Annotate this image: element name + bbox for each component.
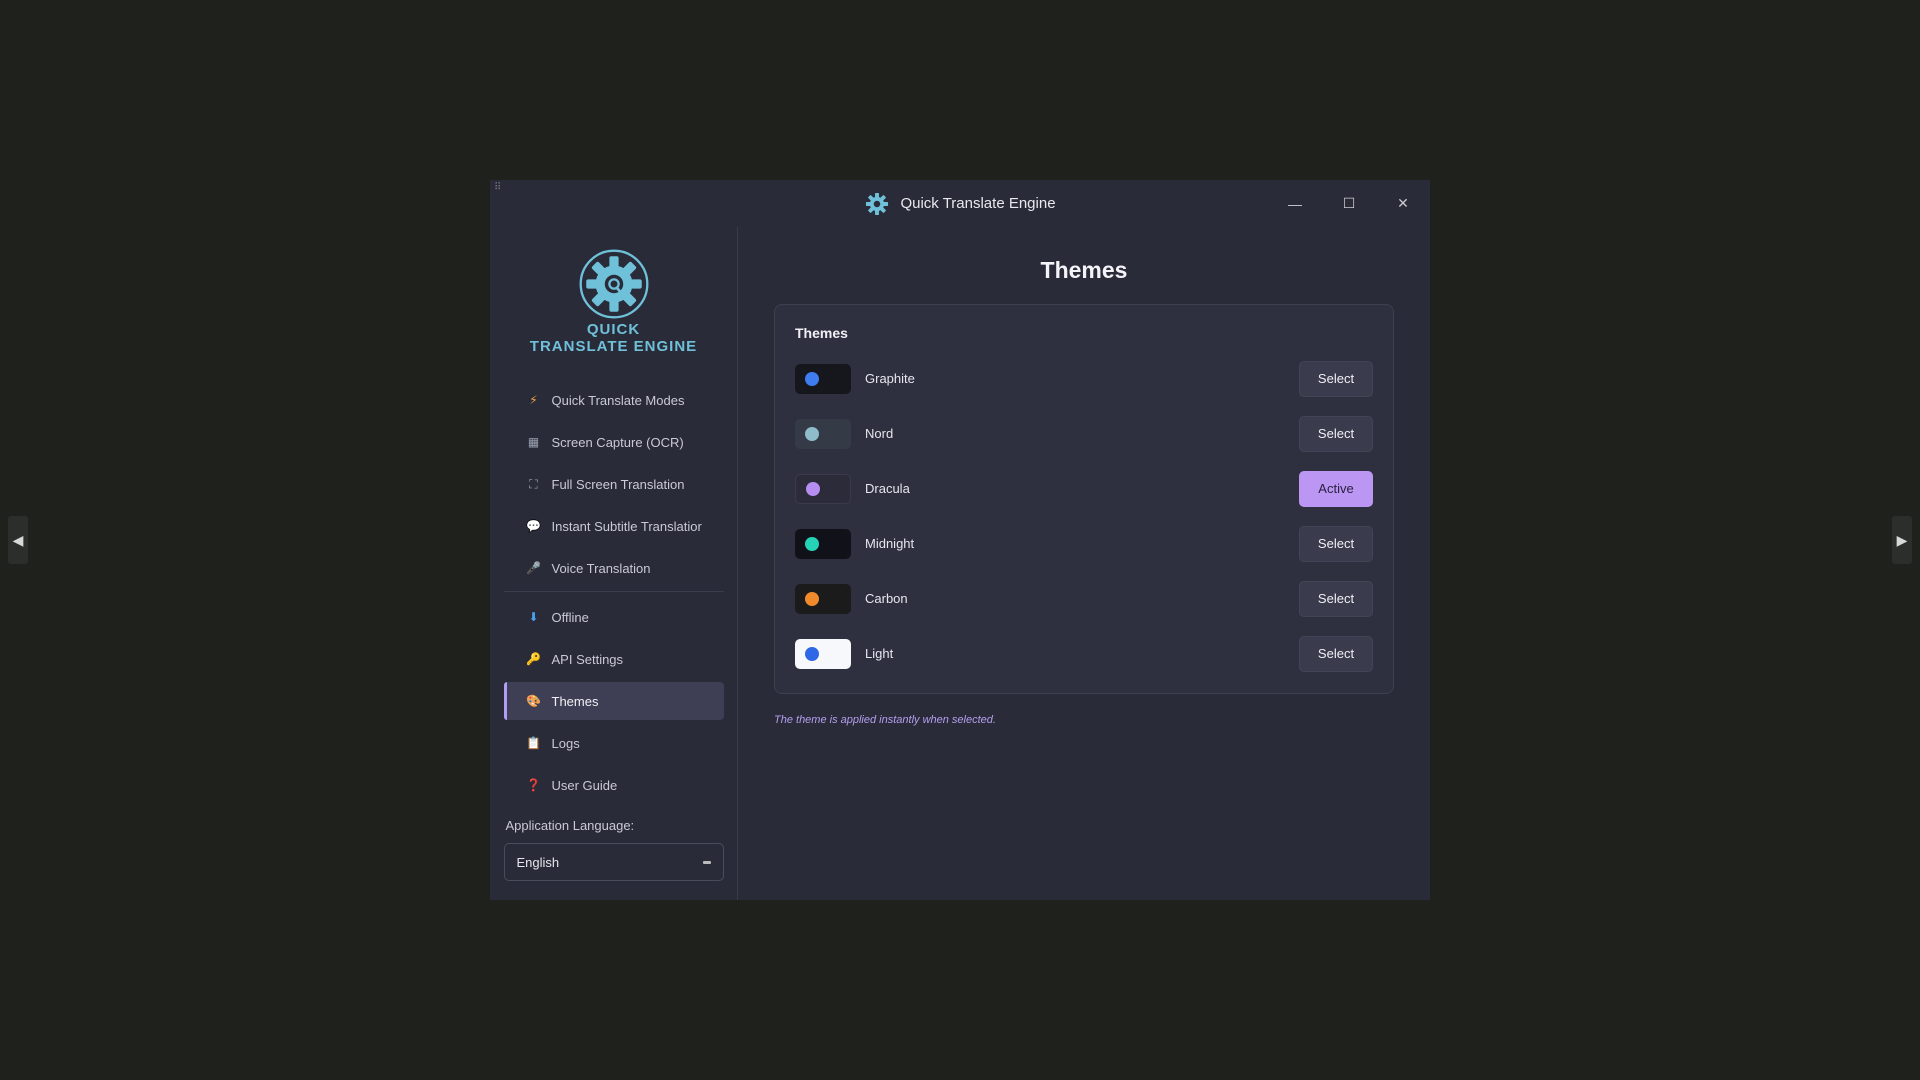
theme-row-carbon: Carbon Select (795, 571, 1373, 626)
color-dot-icon (805, 371, 819, 386)
active-theme-button[interactable]: Active (1299, 470, 1373, 507)
sidebar-item-label: Offline (551, 609, 589, 625)
triangle-left-icon: ◀ (12, 531, 24, 548)
lightning-icon: ⚡ (529, 393, 538, 407)
language-select[interactable]: English (503, 843, 724, 881)
sidebar-item-label: API Settings (551, 651, 624, 667)
theme-name: Carbon (865, 591, 908, 606)
theme-name: Graphite (865, 371, 915, 386)
sidebar-divider (503, 591, 724, 592)
main-content: Themes Themes Graphite Select Nord Selec… (738, 227, 1430, 900)
sidebar-item-voice-translation[interactable]: 🎤 Voice Translation (504, 549, 724, 587)
color-dot-icon (805, 426, 819, 441)
color-dot-icon (805, 646, 819, 661)
select-theme-button[interactable]: Select (1299, 635, 1373, 672)
select-theme-button[interactable]: Select (1299, 360, 1373, 397)
theme-row-dracula: Dracula Active (795, 461, 1373, 516)
clipboard-icon: 📋 (526, 736, 541, 750)
key-icon: 🔑 (526, 652, 541, 666)
sidebar-item-logs[interactable]: 📋 Logs (504, 724, 724, 762)
themes-card: Themes Graphite Select Nord Select Dracu… (774, 304, 1394, 694)
triangle-right-icon: ▶ (1896, 531, 1908, 548)
page-title: Themes (1040, 257, 1128, 283)
theme-name: Nord (865, 426, 894, 441)
logo-text-line1: QUICK (586, 321, 641, 338)
theme-swatch (795, 528, 851, 559)
theme-name: Midnight (865, 536, 915, 551)
language-label: Application Language: (505, 818, 635, 833)
maximize-icon: ☐ (1342, 195, 1356, 211)
theme-row-light: Light Select (795, 626, 1373, 681)
sidebar-item-full-screen-translation[interactable]: ⛶ Full Screen Translation (504, 465, 724, 503)
close-button[interactable]: ✕ (1376, 180, 1430, 227)
gear-logo-icon (866, 192, 889, 215)
sidebar-item-label: Instant Subtitle Translatior (551, 518, 702, 534)
fullscreen-icon: ⛶ (529, 476, 538, 491)
theme-row-graphite: Graphite Select (795, 351, 1373, 406)
theme-swatch (795, 473, 851, 504)
theme-hint-text: The theme is applied instantly when sele… (774, 714, 996, 726)
dropdown-icon (702, 860, 711, 864)
color-dot-icon (806, 481, 820, 496)
app-window: ⠿ Quick Translate Engine — ☐ ✕ QUICK TRA… (490, 180, 1430, 900)
theme-swatch (795, 638, 851, 669)
theme-swatch (795, 363, 851, 394)
sidebar-item-themes[interactable]: 🎨 Themes (503, 682, 724, 720)
sidebar-item-label: Screen Capture (OCR) (551, 434, 684, 450)
sidebar-item-label: Full Screen Translation (551, 476, 685, 492)
sidebar-item-label: Voice Translation (551, 560, 651, 576)
sidebar-item-label: Themes (551, 693, 599, 709)
color-dot-icon (805, 591, 819, 606)
close-icon: ✕ (1397, 195, 1409, 211)
theme-row-midnight: Midnight Select (795, 516, 1373, 571)
theme-swatch (795, 583, 851, 614)
select-theme-button[interactable]: Select (1299, 580, 1373, 617)
title-bar[interactable]: ⠿ Quick Translate Engine — ☐ ✕ (490, 180, 1430, 227)
color-dot-icon (805, 536, 819, 551)
sidebar-nav: ⚡ Quick Translate Modes ▦ Screen Capture… (503, 381, 724, 808)
resize-grip-icon[interactable]: ⠿ (494, 183, 501, 193)
sidebar-item-quick-translate-modes[interactable]: ⚡ Quick Translate Modes (504, 381, 724, 419)
app-logo-gear-icon (579, 249, 648, 319)
theme-swatch (795, 418, 851, 449)
theme-name: Dracula (865, 481, 910, 496)
sidebar-item-instant-subtitle-translation[interactable]: 💬 Instant Subtitle Translatior (504, 507, 724, 545)
next-arrow-button[interactable]: ▶ (1892, 516, 1912, 564)
window-title: Quick Translate Engine (900, 195, 1056, 212)
minimize-icon: — (1288, 195, 1302, 212)
question-icon: ❓ (526, 778, 541, 792)
theme-row-nord: Nord Select (795, 406, 1373, 461)
language-value: English (516, 854, 560, 870)
sidebar-item-label: User Guide (551, 777, 618, 793)
speech-bubble-icon: 💬 (526, 519, 541, 533)
sidebar-item-label: Logs (551, 735, 580, 751)
sidebar-item-screen-capture[interactable]: ▦ Screen Capture (OCR) (504, 423, 724, 461)
sidebar-item-offline[interactable]: ⬇ Offline (504, 598, 724, 636)
sidebar-item-label: Quick Translate Modes (551, 392, 685, 408)
card-title: Themes (795, 325, 848, 341)
sidebar-item-api-settings[interactable]: 🔑 API Settings (504, 640, 724, 678)
microphone-icon: 🎤 (526, 561, 541, 575)
minimize-button[interactable]: — (1268, 180, 1322, 227)
previous-arrow-button[interactable]: ◀ (8, 516, 28, 564)
download-icon: ⬇ (528, 610, 539, 624)
sidebar-item-user-guide[interactable]: ❓ User Guide (504, 766, 724, 804)
palette-icon: 🎨 (526, 694, 541, 708)
theme-name: Light (865, 646, 894, 661)
logo-text-line2: TRANSLATE ENGINE (529, 338, 698, 355)
select-theme-button[interactable]: Select (1299, 415, 1373, 452)
keyboard-icon: ▦ (527, 435, 540, 449)
maximize-button[interactable]: ☐ (1322, 180, 1376, 227)
sidebar: QUICK TRANSLATE ENGINE ⚡ Quick Translate… (490, 227, 738, 900)
select-theme-button[interactable]: Select (1299, 525, 1373, 562)
